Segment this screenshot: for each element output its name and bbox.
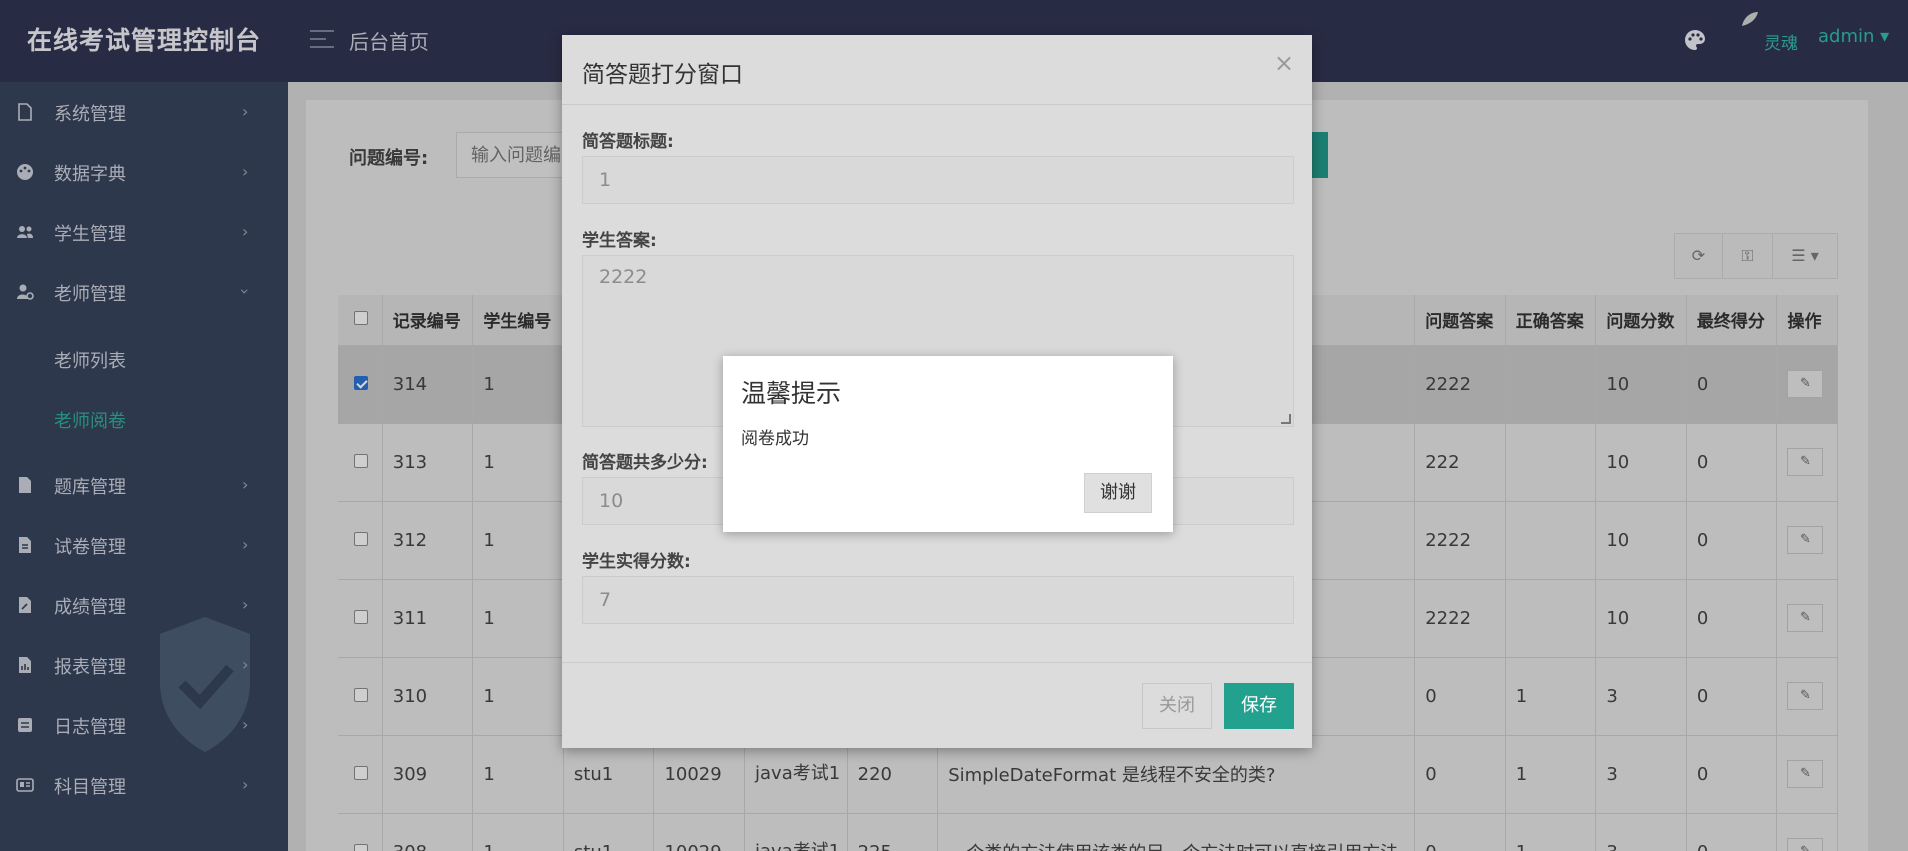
student-answer-text: 2222: [599, 266, 648, 288]
alert-dialog: 温馨提示 阅卷成功 谢谢: [723, 356, 1173, 532]
question-title-label: 简答题标题:: [582, 132, 674, 152]
save-button[interactable]: 保存: [1224, 683, 1294, 729]
alert-title: 温馨提示: [741, 379, 842, 408]
alert-message: 阅卷成功: [741, 429, 809, 449]
resize-handle-icon[interactable]: [1281, 414, 1291, 424]
question-title-field[interactable]: 1: [582, 156, 1294, 204]
student-score-field[interactable]: 7: [582, 576, 1294, 624]
modal-title: 简答题打分窗口: [582, 62, 743, 88]
close-button[interactable]: 关闭: [1142, 683, 1212, 729]
thanks-button[interactable]: 谢谢: [1084, 473, 1152, 513]
total-score-label: 简答题共多少分:: [582, 453, 708, 473]
modal-header: 简答题打分窗口 ×: [562, 35, 1312, 105]
student-answer-label: 学生答案:: [582, 231, 657, 251]
modal-footer: 关闭 保存: [562, 662, 1312, 748]
student-score-label: 学生实得分数:: [582, 552, 691, 572]
close-icon[interactable]: ×: [1274, 49, 1294, 77]
